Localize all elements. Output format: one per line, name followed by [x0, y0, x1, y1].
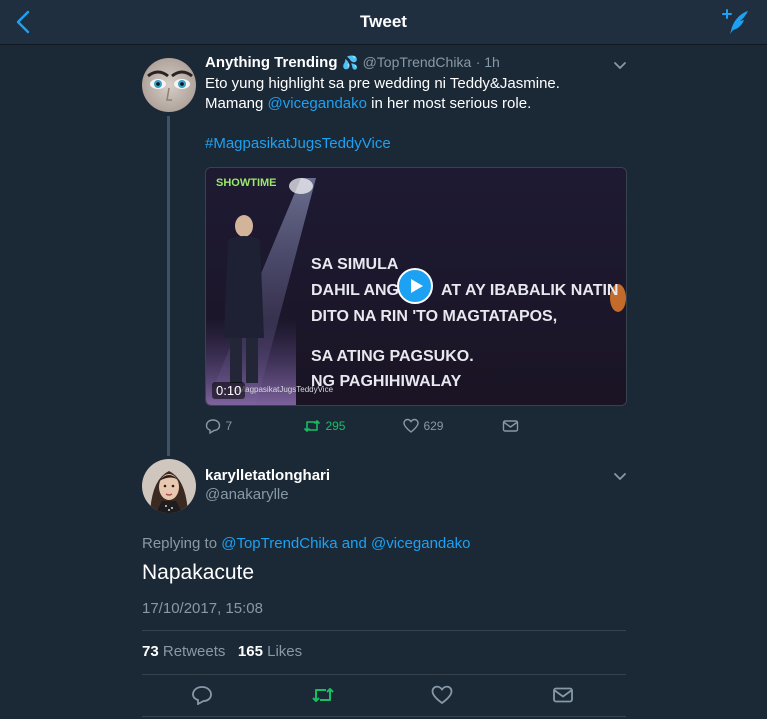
tweet-text-segment: in her most serious role.	[367, 95, 532, 112]
tweet-line-2: Mamang @vicegandako in her most serious …	[205, 94, 625, 114]
like-count: 629	[423, 419, 444, 433]
video-caption-line: NG PAGHIHIWALAY	[311, 373, 462, 390]
envelope-icon[interactable]	[552, 685, 574, 705]
reply-count: 7	[225, 419, 233, 433]
reply-icon[interactable]	[191, 685, 213, 705]
video-caption-line: DITO NA RIN 'TO MAGTATAPOS,	[311, 308, 557, 325]
reply-action[interactable]: 7	[205, 417, 232, 435]
video-caption-line: SA ATING PAGSUKO.	[311, 348, 474, 365]
heart-icon	[403, 418, 419, 433]
message-action[interactable]	[502, 417, 519, 435]
tweet-line-1: Eto yung highlight sa pre wedding ni Ted…	[205, 75, 560, 92]
avatar[interactable]	[142, 58, 196, 112]
play-icon	[411, 279, 423, 293]
chevron-down-icon[interactable]	[613, 61, 627, 71]
retweet-count: 295	[325, 419, 346, 433]
mention-link[interactable]: @vicegandako	[371, 535, 470, 552]
video-logo: SHOWTIME	[216, 177, 277, 189]
replying-label: Replying to	[142, 535, 222, 552]
thread-connector	[167, 116, 170, 456]
likes-label: Likes	[267, 643, 303, 660]
tweet-text-segment: Mamang	[205, 95, 268, 112]
retweets-count: 73	[142, 643, 159, 660]
retweet-icon	[303, 419, 321, 432]
divider	[142, 674, 626, 675]
replying-and: and	[337, 535, 371, 552]
video-watermark: #MagpasikatJugsTeddyVice	[234, 385, 334, 394]
compose-tweet-icon[interactable]	[721, 8, 751, 36]
like-action[interactable]: 629	[403, 417, 443, 435]
reply-icon	[205, 419, 221, 435]
retweets-stat[interactable]: 73 Retweets	[142, 643, 225, 660]
tweet-actions: 7 295 629	[205, 417, 535, 435]
user-handle[interactable]: @anakarylle	[205, 486, 330, 503]
reply-author: karylletatlonghari @anakarylle	[205, 467, 330, 503]
mention-link[interactable]: @vicegandako	[268, 95, 367, 112]
envelope-icon	[502, 420, 519, 432]
hashtag-link[interactable]: #MagpasikatJugsTeddyVice	[205, 134, 625, 154]
retweets-label: Retweets	[162, 643, 226, 660]
tweet-body: Eto yung highlight sa pre wedding ni Ted…	[205, 74, 625, 154]
play-button[interactable]	[397, 268, 433, 304]
likes-count: 165	[237, 643, 263, 660]
divider	[142, 630, 626, 631]
reply-text: Napakacute	[142, 561, 255, 584]
retweet-icon[interactable]	[311, 685, 335, 705]
tweet-time: · 1h	[475, 54, 500, 70]
reply-timestamp[interactable]: 17/10/2017, 15:08	[142, 600, 263, 617]
user-handle[interactable]: @TopTrendChika	[363, 54, 472, 70]
badge-emoji: 💦	[341, 55, 359, 70]
replying-to: Replying to @TopTrendChika and @vicegand…	[142, 535, 470, 552]
display-name[interactable]: karylletatlonghari	[205, 467, 330, 484]
video-duration: 0:10	[212, 382, 246, 399]
avatar[interactable]	[142, 459, 196, 513]
video-player[interactable]: SHOWTIME SA SIMULA DAHIL ANG AT AY IBABA…	[205, 167, 627, 406]
engagement-stats: 73 Retweets 165 Likes	[142, 643, 302, 660]
retweet-action[interactable]: 295	[303, 417, 345, 435]
page-title: Tweet	[360, 12, 407, 31]
heart-icon[interactable]	[431, 685, 453, 705]
mention-link[interactable]: @TopTrendChika	[221, 535, 337, 552]
chevron-down-icon[interactable]	[613, 472, 627, 482]
likes-stat[interactable]: 165 Likes	[238, 643, 302, 660]
video-caption-line: DAHIL ANG	[311, 282, 399, 299]
divider	[142, 716, 626, 717]
video-caption-line: AT AY IBABALIK NATIN	[441, 282, 618, 299]
top-bar: Tweet	[0, 0, 767, 45]
display-name[interactable]: Anything Trending	[205, 54, 338, 71]
tweet-header: Anything Trending 💦 @TopTrendChika · 1h	[205, 54, 500, 72]
video-caption-line: SA SIMULA	[311, 256, 399, 273]
